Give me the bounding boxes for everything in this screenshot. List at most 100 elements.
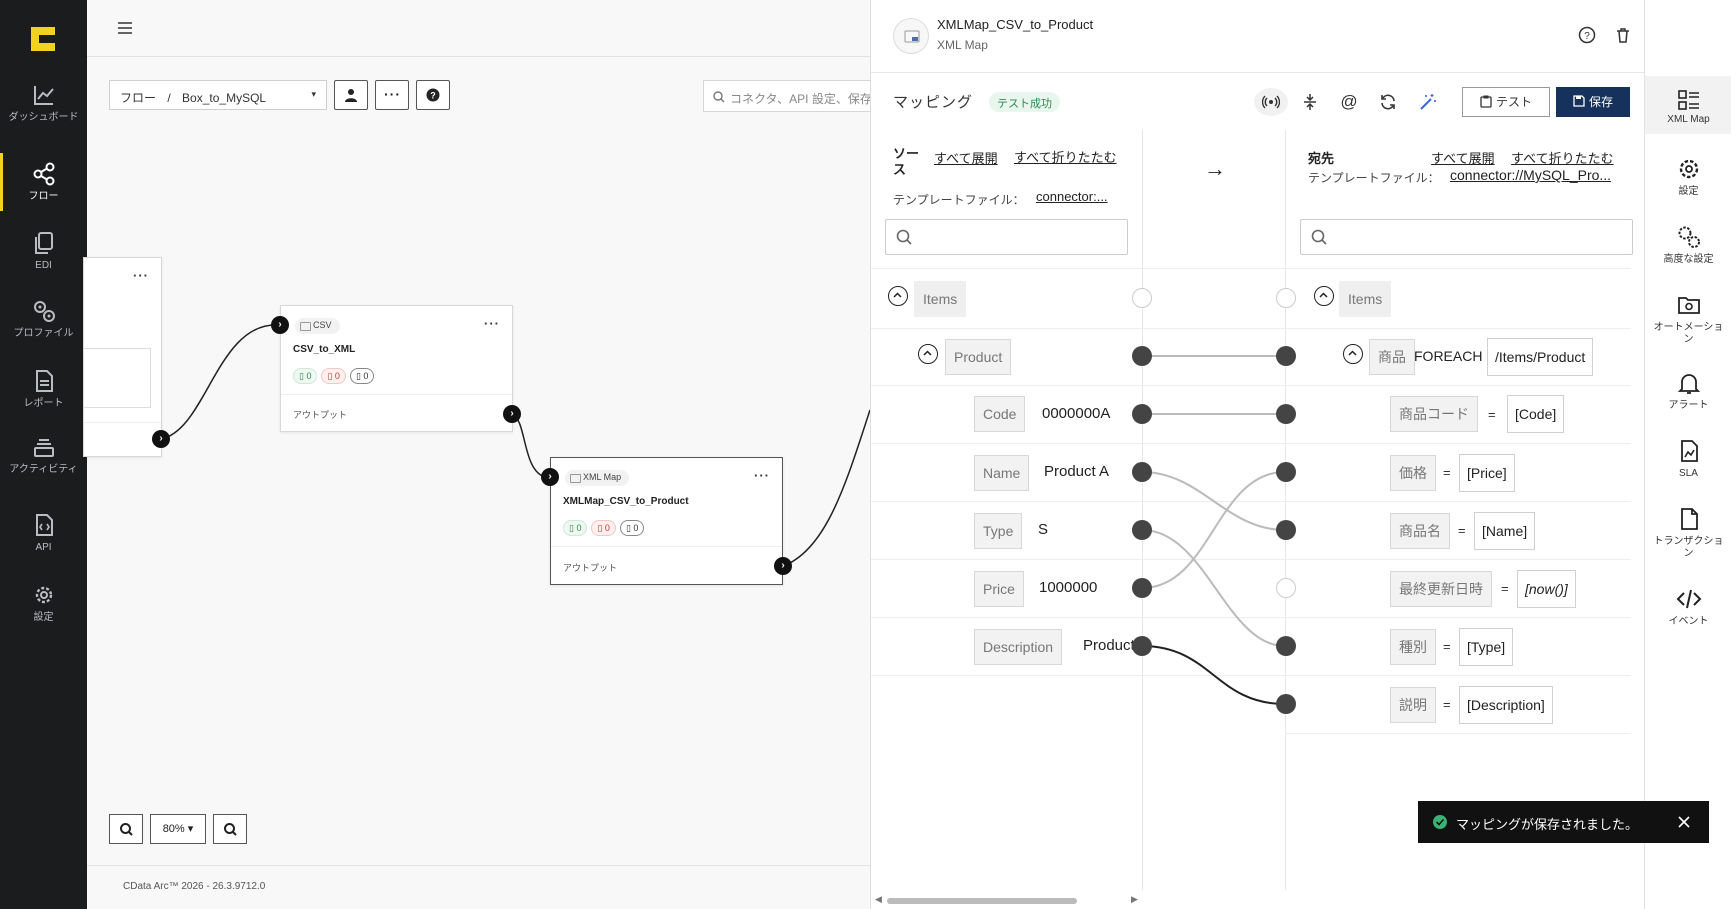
pending-count-badge[interactable]: ▯ 0 bbox=[349, 368, 375, 384]
left-nav: ダッシュボード フロー EDI プロファイル レポート アクティビティ API … bbox=[0, 0, 87, 909]
error-count-badge[interactable]: ▯ 0 bbox=[321, 368, 346, 384]
node-menu-icon[interactable]: ··· bbox=[484, 316, 500, 331]
collapse-items-icon[interactable] bbox=[1314, 286, 1334, 306]
source-port[interactable] bbox=[1132, 404, 1152, 424]
toast-message: マッピングが保存されました。 bbox=[1456, 817, 1639, 832]
flow-node-partial[interactable]: ··· bbox=[83, 257, 162, 457]
nav-item-flow[interactable]: フロー bbox=[0, 153, 87, 211]
equals-sign: = bbox=[1443, 697, 1451, 712]
side-item-alert[interactable]: アラート bbox=[1645, 370, 1731, 412]
output-port[interactable]: › bbox=[503, 405, 521, 423]
folder-gear-icon bbox=[1677, 297, 1700, 314]
dest-node-product[interactable]: 商品 bbox=[1369, 339, 1415, 375]
input-port[interactable]: › bbox=[541, 468, 559, 486]
nav-label: 設定 bbox=[33, 612, 54, 623]
expression-field-code[interactable]: [Code] bbox=[1507, 395, 1565, 433]
collapse-product-icon[interactable] bbox=[918, 344, 938, 364]
nav-item-settings[interactable]: 設定 bbox=[0, 582, 87, 646]
source-field-type[interactable]: Type bbox=[974, 513, 1023, 549]
output-port[interactable]: › bbox=[774, 557, 792, 575]
output-port[interactable]: › bbox=[152, 430, 170, 448]
zoom-out-button[interactable] bbox=[213, 814, 247, 844]
output-label: アウトプット bbox=[563, 563, 618, 573]
side-item-automation[interactable]: オートメーション bbox=[1645, 292, 1731, 346]
connector-type-tag: CSV bbox=[295, 318, 340, 334]
dest-port[interactable] bbox=[1276, 578, 1296, 598]
side-item-xml-map[interactable]: XML Map bbox=[1645, 76, 1731, 134]
side-item-transaction[interactable]: トランザクション bbox=[1645, 506, 1731, 560]
dest-field-product-name[interactable]: 商品名 bbox=[1390, 513, 1450, 549]
dest-port[interactable] bbox=[1276, 346, 1296, 366]
collapse-items-icon[interactable] bbox=[888, 286, 908, 306]
expression-field-type[interactable]: [Type] bbox=[1459, 628, 1514, 666]
node-menu-icon[interactable]: ··· bbox=[754, 468, 770, 483]
expression-field-name[interactable]: [Name] bbox=[1474, 512, 1536, 550]
dest-field-product-code[interactable]: 商品コード bbox=[1390, 396, 1478, 432]
collapse-product-icon[interactable] bbox=[1343, 344, 1363, 364]
node-title: CSV_to_XML bbox=[293, 344, 356, 355]
dest-port[interactable] bbox=[1276, 520, 1296, 540]
close-icon[interactable] bbox=[1677, 815, 1691, 829]
dest-port[interactable] bbox=[1276, 694, 1296, 714]
side-item-settings[interactable]: 設定 bbox=[1645, 156, 1731, 198]
dest-port[interactable] bbox=[1276, 462, 1296, 482]
zoom-in-button[interactable] bbox=[109, 814, 143, 844]
dest-node-items[interactable]: Items bbox=[1339, 281, 1392, 317]
nav-item-dashboard[interactable]: ダッシュボード bbox=[0, 82, 87, 146]
zoom-level: 80% bbox=[162, 823, 185, 835]
gear-icon bbox=[1679, 159, 1698, 179]
node-menu-icon[interactable]: ··· bbox=[133, 268, 149, 283]
flow-canvas[interactable]: フロー / Box_to_MySQL ▾ ··· ? コネクタ、API 設定、保… bbox=[83, 0, 873, 909]
nav-item-profile[interactable]: プロファイル bbox=[0, 298, 87, 362]
source-port[interactable] bbox=[1132, 520, 1152, 540]
source-node-items[interactable]: Items bbox=[914, 281, 967, 317]
expression-field-now[interactable]: [now()] bbox=[1517, 570, 1576, 608]
side-item-event[interactable]: イベント bbox=[1645, 586, 1731, 628]
side-item-advanced-settings[interactable]: 高度な設定 bbox=[1645, 224, 1731, 266]
dest-port[interactable] bbox=[1276, 636, 1296, 656]
pending-count-badge[interactable]: ▯ 0 bbox=[619, 520, 645, 536]
documents-icon bbox=[34, 232, 53, 254]
source-port[interactable] bbox=[1132, 636, 1152, 656]
dest-port[interactable] bbox=[1276, 404, 1296, 424]
connector-type-tag: XML Map bbox=[565, 470, 630, 486]
source-value-price: 1000000 bbox=[1039, 579, 1098, 596]
success-count-badge[interactable]: ▯ 0 bbox=[293, 368, 318, 384]
equals-sign: = bbox=[1501, 581, 1509, 596]
foreach-expression-field[interactable]: /Items/Product bbox=[1487, 338, 1594, 376]
horizontal-scrollbar[interactable] bbox=[887, 898, 1077, 904]
dest-field-price[interactable]: 価格 bbox=[1390, 455, 1436, 491]
expression-field-price[interactable]: [Price] bbox=[1459, 454, 1515, 492]
input-port[interactable]: › bbox=[271, 316, 289, 334]
source-field-price[interactable]: Price bbox=[974, 571, 1024, 607]
right-side-menu: XML Map 設定 高度な設定 オートメーション アラート SLA トランザク… bbox=[1644, 0, 1731, 909]
nav-item-edi[interactable]: EDI bbox=[0, 230, 87, 294]
source-port[interactable] bbox=[1132, 288, 1152, 308]
source-field-description[interactable]: Description bbox=[974, 629, 1063, 665]
dest-field-description[interactable]: 説明 bbox=[1390, 687, 1436, 723]
nav-item-activity[interactable]: アクティビティ bbox=[0, 434, 87, 498]
source-port[interactable] bbox=[1132, 578, 1152, 598]
nav-label: フロー bbox=[28, 191, 59, 202]
source-port[interactable] bbox=[1132, 462, 1152, 482]
flow-node-xmlmap[interactable]: XML Map ··· XMLMap_CSV_to_Product ▯ 0 ▯ 0… bbox=[550, 457, 783, 585]
expression-field-description[interactable]: [Description] bbox=[1459, 686, 1553, 724]
scroll-right-icon[interactable]: ▶ bbox=[1131, 894, 1138, 905]
cdata-logo-icon bbox=[31, 27, 55, 51]
nav-item-report[interactable]: レポート bbox=[0, 368, 87, 432]
flow-node-csv-to-xml[interactable]: CSV ··· CSV_to_XML ▯ 0 ▯ 0 ▯ 0 アウトプット bbox=[280, 305, 513, 432]
source-port[interactable] bbox=[1132, 346, 1152, 366]
source-field-code[interactable]: Code bbox=[974, 396, 1026, 432]
scroll-left-icon[interactable]: ◀ bbox=[875, 894, 882, 905]
dest-port[interactable] bbox=[1276, 288, 1296, 308]
zoom-level-select[interactable]: 80% ▾ bbox=[150, 814, 206, 844]
side-item-sla[interactable]: SLA bbox=[1645, 438, 1731, 480]
side-item-label: SLA bbox=[1679, 468, 1698, 479]
source-field-name[interactable]: Name bbox=[974, 455, 1030, 491]
source-node-product[interactable]: Product bbox=[945, 339, 1012, 375]
dest-field-type[interactable]: 種別 bbox=[1390, 629, 1436, 665]
success-count-badge[interactable]: ▯ 0 bbox=[563, 520, 588, 536]
nav-item-api[interactable]: API bbox=[0, 512, 87, 576]
error-count-badge[interactable]: ▯ 0 bbox=[591, 520, 616, 536]
dest-field-last-updated[interactable]: 最終更新日時 bbox=[1390, 571, 1492, 607]
